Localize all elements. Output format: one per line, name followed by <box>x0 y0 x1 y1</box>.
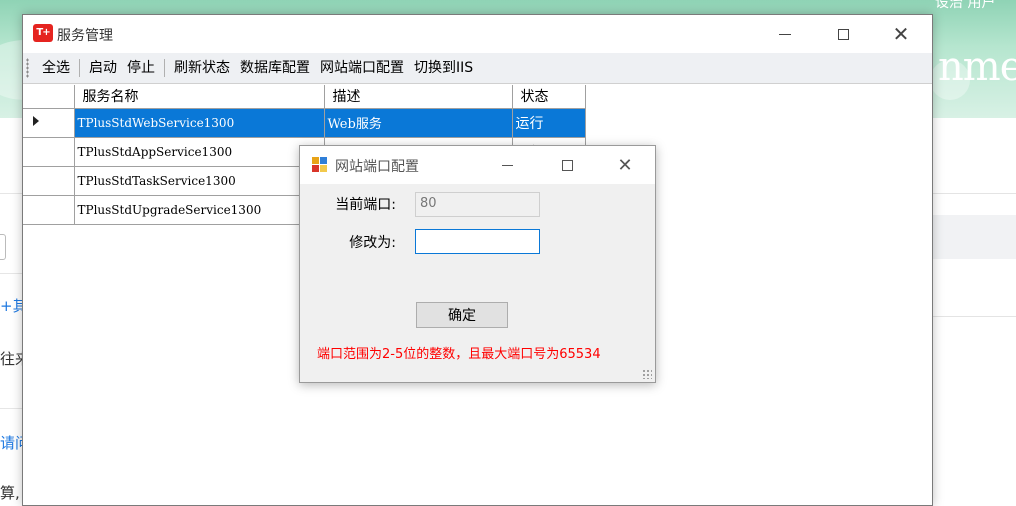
row-header[interactable] <box>23 108 75 138</box>
description-cell[interactable]: Web服务 <box>324 108 513 138</box>
minimize-icon <box>779 33 791 35</box>
window-titlebar[interactable]: T+ 服务管理 ✕ <box>23 15 932 53</box>
dialog-close-button[interactable]: ✕ <box>595 146 655 184</box>
icon-quadrant <box>312 157 319 164</box>
icon-quadrant <box>312 165 319 172</box>
new-port-input[interactable] <box>415 229 540 254</box>
close-icon: ✕ <box>617 154 633 176</box>
divider <box>0 193 22 194</box>
close-button[interactable]: ✕ <box>872 15 930 53</box>
icon-quadrant <box>320 165 327 172</box>
site-port-config-button[interactable]: 网站端口配置 <box>317 53 407 84</box>
stop-button[interactable]: 停止 <box>124 53 158 84</box>
row-header[interactable] <box>23 195 75 225</box>
row-header[interactable] <box>23 137 75 167</box>
service-name-cell[interactable]: TPlusStdUpgradeService1300 <box>74 195 325 225</box>
start-button[interactable]: 启动 <box>86 53 120 84</box>
service-name-cell[interactable]: TPlusStdTaskService1300 <box>74 166 325 196</box>
dialog-maximize-button[interactable] <box>537 146 597 184</box>
background-banner-text: nme <box>938 44 1016 90</box>
background-right-box <box>932 215 1016 259</box>
window-title: 服务管理 <box>57 28 113 44</box>
service-name-cell[interactable]: TPlusStdAppService1300 <box>74 137 325 167</box>
toolbar-grip-icon[interactable] <box>26 58 29 78</box>
toolbar-separator <box>164 59 165 77</box>
grid-corner-header <box>23 85 75 109</box>
row-header[interactable] <box>23 166 75 196</box>
dialog-minimize-button[interactable] <box>477 146 537 184</box>
background-right-panel <box>932 118 1016 506</box>
background-text-fragment: 算, <box>0 484 20 502</box>
dialog-titlebar[interactable]: 网站端口配置 ✕ <box>300 146 655 184</box>
maximize-button[interactable] <box>814 15 872 53</box>
divider <box>0 273 22 274</box>
change-to-label: 修改为: <box>349 235 396 251</box>
column-header-description[interactable]: 描述 <box>324 85 513 109</box>
maximize-icon <box>837 28 849 40</box>
background-top-links[interactable]: 设治 用户 <box>935 0 995 12</box>
dialog-app-icon <box>312 157 328 173</box>
table-row[interactable]: TPlusStdWebService1300 Web服务 运行 <box>23 108 586 138</box>
current-port-field: 80 <box>415 192 540 217</box>
database-config-button[interactable]: 数据库配置 <box>237 53 313 84</box>
port-config-dialog: 网站端口配置 ✕ 当前端口: 80 修改为: 确定 端口范围为2-5位的整数，且… <box>299 145 656 383</box>
icon-quadrant <box>320 157 327 164</box>
switch-to-iis-button[interactable]: 切换到IIS <box>411 53 476 84</box>
divider <box>932 193 1016 194</box>
current-port-label: 当前端口: <box>335 197 396 213</box>
minimize-button[interactable] <box>756 15 814 53</box>
grid-header-row: 服务名称 描述 状态 <box>23 85 586 109</box>
minimize-icon <box>501 164 513 166</box>
select-all-button[interactable]: 全选 <box>39 53 73 84</box>
toolbar-separator <box>79 59 80 77</box>
column-header-status[interactable]: 状态 <box>512 85 586 109</box>
toolbar: 全选 启动 停止 刷新状态 数据库配置 网站端口配置 切换到IIS <box>23 53 932 84</box>
divider <box>0 408 22 409</box>
status-cell[interactable]: 运行 <box>512 108 586 138</box>
divider <box>932 316 1016 317</box>
current-row-arrow-icon <box>33 116 39 126</box>
close-icon: ✕ <box>892 22 910 46</box>
service-name-cell[interactable]: TPlusStdWebService1300 <box>74 108 325 138</box>
confirm-button[interactable]: 确定 <box>416 302 508 328</box>
port-range-hint: 端口范围为2-5位的整数，且最大端口号为65534 <box>317 347 601 362</box>
column-header-service-name[interactable]: 服务名称 <box>74 85 325 109</box>
refresh-status-button[interactable]: 刷新状态 <box>171 53 233 84</box>
resize-grip-icon[interactable] <box>642 369 652 379</box>
maximize-icon <box>561 159 573 171</box>
dialog-title: 网站端口配置 <box>335 159 419 175</box>
app-logo-icon: T+ <box>33 24 53 42</box>
background-input-fragment[interactable] <box>0 234 6 260</box>
